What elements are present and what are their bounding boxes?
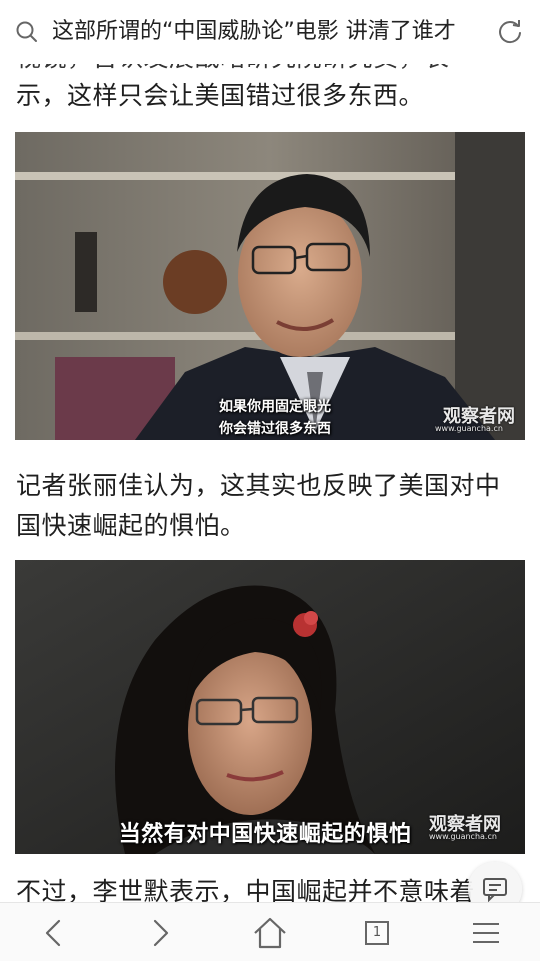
watermark-url: www.guancha.cn — [435, 424, 503, 433]
video-subtitle: 如果你用固定眼光 — [219, 399, 331, 415]
article-paragraph: 记者张丽佳认为，这其实也反映了美国对中国快速崛起的惧怕。 — [16, 471, 501, 540]
interview-photo-man — [15, 132, 525, 440]
article-image-interview-man[interactable]: 如果你用固定眼光 你会错过很多东西 观察者网 www.guancha.cn — [15, 132, 525, 440]
chevron-left-icon — [45, 919, 61, 947]
search-icon[interactable] — [14, 19, 40, 45]
refresh-icon[interactable] — [496, 17, 524, 45]
comment-icon — [483, 878, 507, 903]
menu-button[interactable] — [466, 913, 506, 953]
tabs-button[interactable]: 1 — [357, 913, 397, 953]
menu-icon — [473, 923, 499, 943]
article-paragraph: 示，这样只会让美国错过很多东西。 — [16, 81, 425, 110]
page-title[interactable]: 这部所谓的“中国威胁论”电影 讲清了谁才 — [52, 16, 492, 48]
video-subtitle: 当然有对中国快速崛起的惧怕 — [118, 822, 412, 847]
chevron-right-icon — [153, 919, 169, 947]
article-body: 视镜，否认发展战略研究院研究员，表 示，这样只会让美国错过很多东西。 — [0, 40, 540, 902]
home-icon — [254, 917, 286, 949]
forward-button[interactable] — [140, 913, 180, 953]
article-paragraph-partial: 不过，李世默表示，中国崛起并不意味着 — [16, 877, 476, 902]
address-bar[interactable]: 这部所谓的“中国威胁论”电影 讲清了谁才 — [0, 0, 540, 64]
home-button[interactable] — [250, 913, 290, 953]
watermark-url: www.guancha.cn — [429, 832, 497, 841]
bottom-nav-bar: 1 — [0, 902, 540, 961]
tab-count: 1 — [372, 925, 382, 940]
back-button[interactable] — [34, 913, 74, 953]
article-image-interview-woman[interactable]: 当然有对中国快速崛起的惧怕 观察者网 www.guancha.cn — [15, 560, 525, 854]
video-subtitle: 你会错过很多东西 — [219, 421, 331, 437]
